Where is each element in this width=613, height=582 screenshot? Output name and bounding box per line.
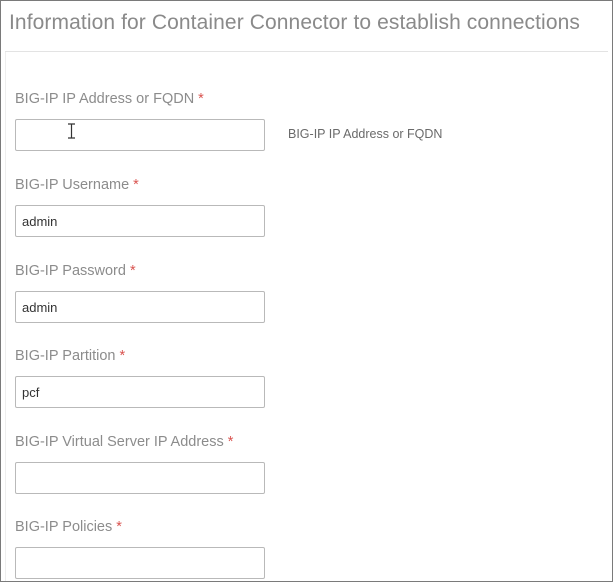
required-marker: * xyxy=(227,434,234,450)
bigip-username-input[interactable] xyxy=(15,205,265,237)
bigip-partition-input[interactable] xyxy=(15,376,265,408)
bigip-username-label-text: BIG-IP Username xyxy=(15,177,130,193)
bigip-virtual-server-label: BIG-IP Virtual Server IP Address * xyxy=(15,434,233,450)
bigip-address-input[interactable] xyxy=(15,119,265,151)
required-marker: * xyxy=(133,177,139,193)
section-title: Information for Container Connector to e… xyxy=(9,11,580,34)
bigip-policies-label: BIG-IP Policies * xyxy=(15,519,122,535)
required-marker: * xyxy=(116,519,122,535)
bigip-address-help-text: BIG-IP IP Address or FQDN xyxy=(288,127,443,141)
required-marker: * xyxy=(129,263,136,279)
bigip-password-label-text: BIG-IP Password xyxy=(15,263,126,279)
settings-panel: Information for Container Connector to e… xyxy=(0,0,613,582)
bigip-password-input[interactable] xyxy=(15,291,265,323)
bigip-partition-label: BIG-IP Partition * xyxy=(15,348,125,364)
bigip-policies-input[interactable] xyxy=(15,547,265,579)
bigip-password-label: BIG-IP Password * xyxy=(15,263,136,279)
bigip-address-label-text: BIG-IP IP Address or FQDN xyxy=(15,91,195,107)
required-marker: * xyxy=(198,91,204,107)
text-cursor-icon xyxy=(68,123,75,139)
bigip-virtual-server-input[interactable] xyxy=(15,462,265,494)
bigip-address-label: BIG-IP IP Address or FQDN * xyxy=(15,91,204,107)
bigip-username-label: BIG-IP Username * xyxy=(15,177,139,193)
bigip-partition-label-text: BIG-IP Partition xyxy=(15,348,116,364)
required-marker: * xyxy=(119,348,126,364)
bigip-policies-label-text: BIG-IP Policies xyxy=(15,519,113,535)
bigip-virtual-server-label-text: BIG-IP Virtual Server IP Address xyxy=(15,434,224,450)
